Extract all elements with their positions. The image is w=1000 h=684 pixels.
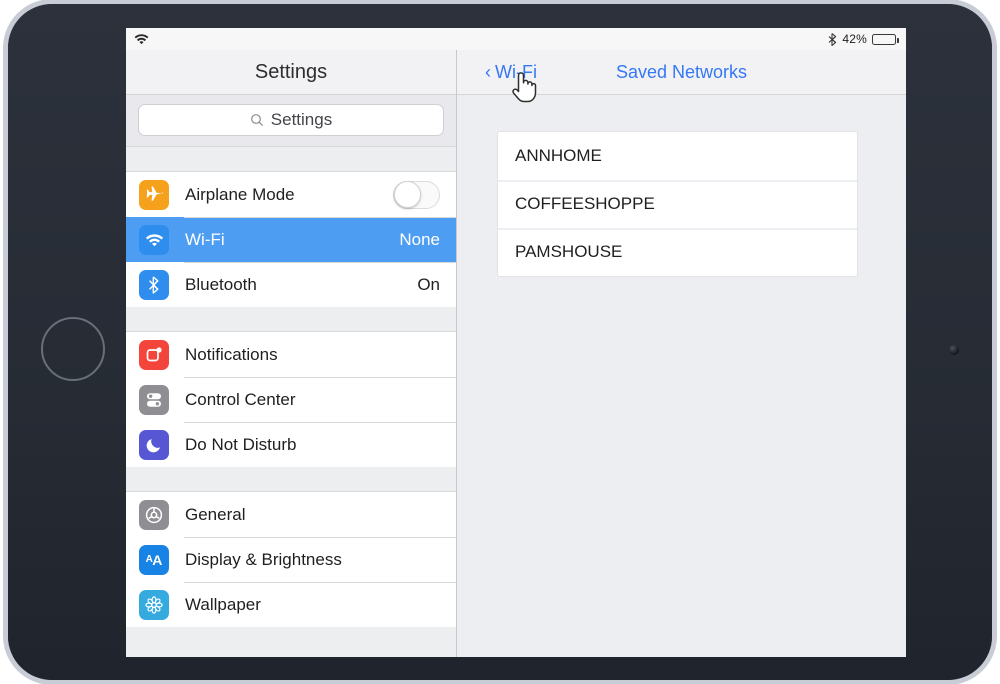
chevron-left-icon: ‹	[485, 63, 491, 81]
sidebar-item-control-center[interactable]: Control Center	[126, 377, 456, 422]
wifi-icon	[134, 33, 149, 45]
home-button[interactable]	[41, 317, 105, 381]
moon-icon	[139, 430, 169, 460]
search-container: Settings	[126, 95, 456, 146]
sidebar-item-label: Do Not Disturb	[185, 435, 456, 455]
battery-icon	[872, 34, 896, 45]
sidebar-item-notifications[interactable]: Notifications	[126, 332, 456, 377]
settings-group-general: General AA Display & Brightness	[126, 492, 456, 627]
gear-icon	[139, 500, 169, 530]
settings-group-notifications: Notifications Control Center	[126, 332, 456, 467]
airplane-icon	[139, 180, 169, 210]
sidebar-item-label: Wallpaper	[185, 595, 456, 615]
sidebar-item-general[interactable]: General	[126, 492, 456, 537]
front-camera-icon	[949, 345, 959, 355]
saved-networks-pane: Saved Networks ‹ Wi-Fi ANNHOME COFFEESHO…	[457, 50, 906, 657]
networks-container: ANNHOME COFFEESHOPPE PAMSHOUSE	[457, 95, 906, 277]
airplane-mode-toggle[interactable]	[393, 181, 440, 209]
list-item[interactable]: PAMSHOUSE	[498, 228, 857, 276]
wifi-icon	[139, 225, 169, 255]
notifications-icon	[139, 340, 169, 370]
battery-percent-label: 42%	[842, 32, 867, 46]
bluetooth-icon	[828, 33, 837, 46]
settings-sidebar: Settings Settings	[126, 50, 457, 657]
back-button-label: Wi-Fi	[495, 62, 537, 83]
navigation-bar: Saved Networks ‹ Wi-Fi	[457, 50, 906, 95]
settings-group-connectivity: Airplane Mode Wi-Fi None	[126, 172, 456, 307]
sidebar-item-display-brightness[interactable]: AA Display & Brightness	[126, 537, 456, 582]
sidebar-item-airplane-mode[interactable]: Airplane Mode	[126, 172, 456, 217]
control-center-icon	[139, 385, 169, 415]
sidebar-item-label: Control Center	[185, 390, 456, 410]
list-item[interactable]: ANNHOME	[498, 132, 857, 180]
group-separator	[126, 307, 456, 332]
search-value: Settings	[271, 110, 332, 130]
sidebar-item-label: General	[185, 505, 456, 525]
screen-body: Settings Settings	[126, 50, 906, 657]
sidebar-item-label: Bluetooth	[185, 275, 417, 295]
network-name: COFFEESHOPPE	[515, 194, 655, 214]
list-item[interactable]: COFFEESHOPPE	[498, 180, 857, 228]
page-title: Settings	[255, 61, 327, 84]
status-bar: 42%	[126, 28, 906, 50]
text-size-icon: AA	[139, 545, 169, 575]
sidebar-item-label: Wi-Fi	[185, 230, 399, 250]
group-separator	[126, 467, 456, 492]
bluetooth-icon	[139, 270, 169, 300]
sidebar-item-bluetooth[interactable]: Bluetooth On	[126, 262, 456, 307]
search-input[interactable]: Settings	[138, 104, 444, 136]
sidebar-item-wallpaper[interactable]: Wallpaper	[126, 582, 456, 627]
sidebar-item-label: Display & Brightness	[185, 550, 456, 570]
network-name: PAMSHOUSE	[515, 242, 622, 262]
sidebar-item-wifi[interactable]: Wi-Fi None	[126, 217, 456, 262]
sidebar-item-label: Airplane Mode	[185, 185, 393, 205]
network-name: ANNHOME	[515, 146, 602, 166]
wifi-status-value: None	[399, 230, 440, 250]
sidebar-item-do-not-disturb[interactable]: Do Not Disturb	[126, 422, 456, 467]
back-to-wifi-button[interactable]: ‹ Wi-Fi	[485, 62, 537, 83]
flower-icon	[139, 590, 169, 620]
group-separator	[126, 146, 456, 172]
sidebar-item-label: Notifications	[185, 345, 456, 365]
saved-networks-list: ANNHOME COFFEESHOPPE PAMSHOUSE	[497, 131, 858, 277]
bluetooth-status-value: On	[417, 275, 440, 295]
search-icon	[250, 113, 264, 127]
tablet-screen: 42% Settings Sett	[126, 28, 906, 657]
sidebar-header: Settings	[126, 50, 456, 95]
status-bar-right: 42%	[828, 32, 896, 46]
